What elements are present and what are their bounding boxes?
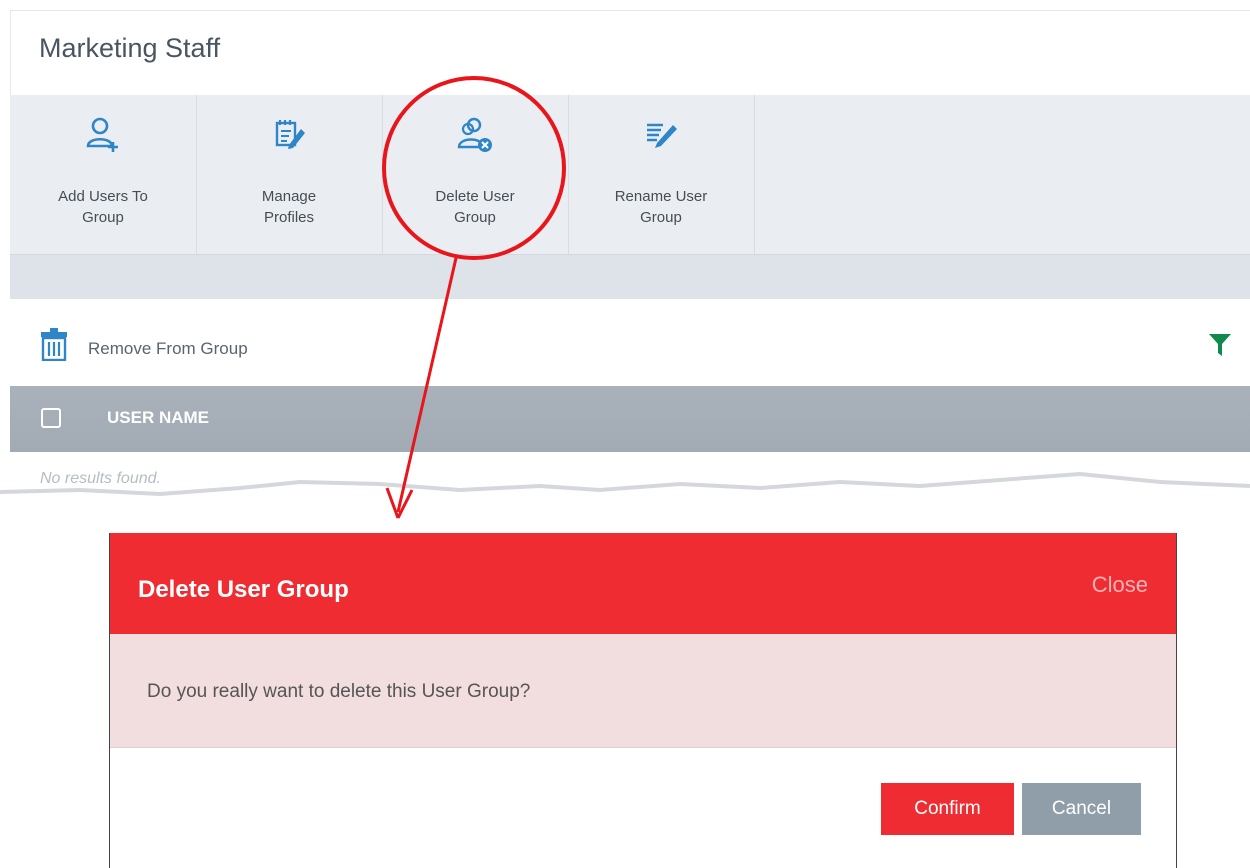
manage-profiles-button[interactable]: Manage Profiles <box>196 95 383 254</box>
column-header-user-name[interactable]: USER NAME <box>107 408 209 428</box>
dialog-title: Delete User Group <box>138 576 349 603</box>
dialog-body: Do you really want to delete this User G… <box>110 634 1176 748</box>
torn-edge-divider <box>0 471 1250 540</box>
page-header: Marketing Staff <box>10 10 1250 96</box>
delete-user-group-icon <box>457 117 492 152</box>
manage-profiles-icon <box>275 120 305 149</box>
rename-user-group-button[interactable]: Rename User Group <box>568 95 755 254</box>
dialog-message: Do you really want to delete this User G… <box>147 681 531 702</box>
dialog-close-button[interactable]: Close <box>1092 572 1148 598</box>
rename-group-icon <box>647 123 677 148</box>
toolbar: Add Users To Group Manage Profiles Delet… <box>10 95 1250 255</box>
table-header: USER NAME <box>10 386 1250 452</box>
add-user-icon <box>86 117 118 152</box>
cancel-button[interactable]: Cancel <box>1022 783 1141 835</box>
remove-from-group-button[interactable]: Remove From Group <box>40 327 248 363</box>
remove-from-group-label: Remove From Group <box>88 339 248 358</box>
manage-profiles-label: Manage Profiles <box>261 188 317 226</box>
dialog-header: Delete User Group Close <box>110 533 1176 634</box>
delete-user-group-label: Delete User Group <box>435 188 515 226</box>
select-all-checkbox[interactable] <box>41 408 61 428</box>
add-users-to-group-label: Add Users To Group <box>58 188 148 226</box>
confirm-button[interactable]: Confirm <box>881 783 1014 835</box>
delete-user-group-dialog: Delete User Group Close Do you really wa… <box>109 533 1177 868</box>
filter-icon[interactable] <box>1208 333 1232 357</box>
rename-user-group-label: Rename User Group <box>614 188 708 226</box>
page-title: Marketing Staff <box>39 33 221 63</box>
toolbar-divider-band <box>10 255 1250 299</box>
action-row: Remove From Group <box>10 300 1250 386</box>
delete-user-group-button[interactable]: Delete User Group <box>382 95 569 254</box>
add-users-to-group-button[interactable]: Add Users To Group <box>10 95 197 254</box>
trash-icon <box>41 328 67 362</box>
